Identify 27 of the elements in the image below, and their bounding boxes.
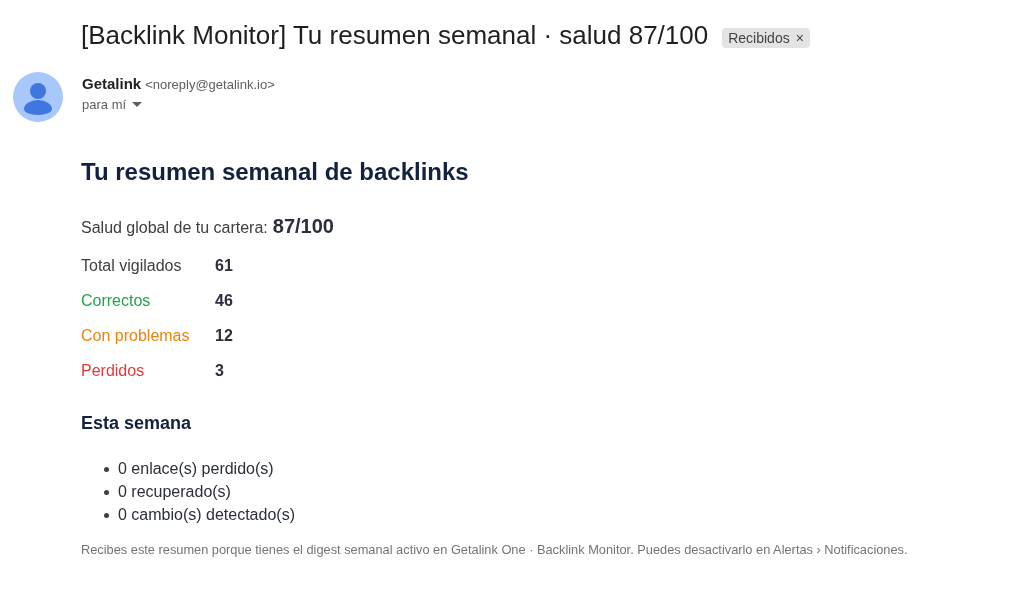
stat-value: 12 [215, 326, 234, 346]
health-label: Salud global de tu cartera: [81, 219, 268, 237]
health-score: 87/100 [272, 215, 334, 238]
list-item: 0 enlace(s) perdido(s) [118, 460, 274, 478]
list-item: 0 recuperado(s) [118, 483, 231, 501]
footer-note: Recibes este resumen porque tienes el digest semanal activo en Getalink One · Backlink Monitor. Puedes desactivarlo en Alertas › Notificaciones. [81, 542, 909, 557]
recipient-dropdown[interactable]: para mí [82, 97, 275, 112]
stat-label: Total vigilados [81, 256, 183, 276]
stat-label: Correctos [81, 291, 152, 311]
stat-value: 46 [215, 291, 234, 311]
bullet-icon [104, 512, 109, 518]
label-text: Recibidos [728, 29, 790, 46]
stat-value: 61 [215, 256, 234, 276]
stat-label: Con problemas [81, 326, 191, 346]
sender-name: Getalink [82, 75, 142, 92]
bullet-icon [104, 489, 109, 495]
stat-value: 3 [215, 361, 225, 381]
section-heading: Esta semana [81, 413, 193, 434]
stat-label: Perdidos [81, 361, 146, 381]
avatar-icon [13, 72, 63, 122]
list-item: 0 cambio(s) detectado(s) [118, 506, 295, 524]
summary-heading: Tu resumen semanal de backlinks [81, 158, 470, 186]
sender-address: <noreply@getalink.io> [145, 77, 275, 92]
email-subject: [Backlink Monitor] Tu resumen semanal · salud 87/100 [81, 20, 709, 51]
remove-label-button[interactable]: × [795, 29, 804, 46]
caret-icon [132, 102, 143, 107]
bullet-icon [104, 466, 109, 472]
